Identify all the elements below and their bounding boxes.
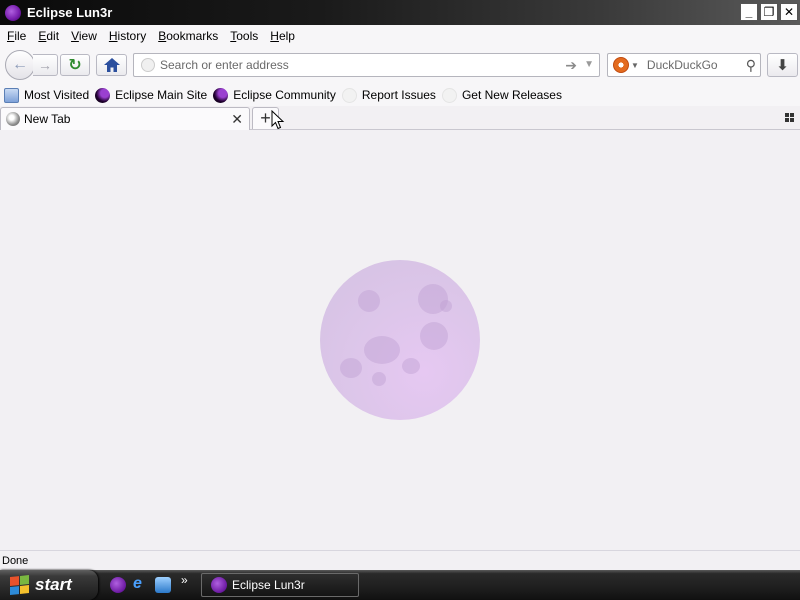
tab-new-tab[interactable]: New Tab ✕	[0, 107, 250, 130]
mouse-pointer-icon	[271, 110, 285, 130]
tab-close-icon[interactable]: ✕	[231, 111, 243, 128]
page-identity-icon[interactable]	[141, 58, 155, 72]
quicklaunch-browser-icon[interactable]	[155, 577, 171, 593]
globe-icon	[6, 112, 20, 126]
eclipse-icon	[213, 87, 229, 103]
go-arrow-icon[interactable]: ➔	[565, 57, 577, 74]
reload-button[interactable]: ↻	[60, 54, 90, 76]
menu-bookmarks[interactable]: Bookmarks	[158, 29, 218, 43]
moon-logo	[320, 260, 480, 420]
eclipse-icon	[95, 87, 111, 103]
most-visited-icon	[4, 87, 19, 103]
quicklaunch-ie-icon[interactable]: e	[133, 575, 149, 592]
window-controls: _ ❐ ✕	[740, 3, 798, 21]
menu-view[interactable]: View	[71, 29, 97, 43]
back-button[interactable]: ←	[5, 50, 35, 80]
plus-icon: +	[260, 108, 271, 128]
blank-page-icon	[441, 87, 457, 103]
forward-arrow-icon: →	[38, 57, 52, 73]
title-bar[interactable]: Eclipse Lun3r _ ❐ ✕	[0, 0, 800, 25]
minimize-button[interactable]: _	[740, 3, 758, 21]
restore-button[interactable]: ❐	[760, 3, 778, 21]
taskbar: start e » Eclipse Lun3r	[0, 570, 800, 600]
bookmark-label: Most Visited	[24, 88, 90, 102]
windows-flag-icon	[10, 575, 30, 596]
bookmark-eclipse-community[interactable]: Eclipse Community	[213, 87, 336, 103]
bookmarks-toolbar: Most Visited Eclipse Main Site Eclipse C…	[0, 84, 800, 106]
bookmark-report-issues[interactable]: Report Issues	[341, 87, 436, 103]
quicklaunch-more-icon[interactable]: »	[181, 573, 188, 587]
menu-tools[interactable]: Tools	[230, 29, 258, 43]
bookmark-label: Eclipse Main Site	[115, 88, 208, 102]
menu-history[interactable]: History	[109, 29, 146, 43]
tab-groups-icon[interactable]	[785, 113, 794, 122]
back-arrow-icon: ←	[12, 56, 28, 73]
close-button[interactable]: ✕	[780, 3, 798, 21]
status-bar: Done	[0, 550, 800, 570]
home-icon	[103, 58, 120, 72]
menu-bar: File Edit View History Bookmarks Tools H…	[0, 25, 800, 46]
start-button[interactable]: start	[0, 570, 98, 600]
menu-edit[interactable]: Edit	[38, 29, 59, 43]
status-text: Done	[2, 554, 29, 567]
menu-help[interactable]: Help	[270, 29, 295, 43]
address-bar[interactable]: ➔ ▼	[133, 53, 600, 77]
downloads-button[interactable]: ⬇	[767, 53, 798, 77]
tab-label: New Tab	[24, 112, 71, 126]
search-magnifier-icon[interactable]: ⚲	[746, 57, 756, 74]
bookmark-label: Eclipse Community	[233, 88, 336, 102]
new-tab-page	[0, 130, 800, 550]
eclipse-icon	[211, 577, 227, 593]
quicklaunch-eclipse-icon[interactable]	[110, 577, 126, 593]
engine-dropdown-icon[interactable]: ▼	[631, 61, 639, 70]
home-button[interactable]	[96, 54, 127, 76]
tab-strip: New Tab ✕ +	[0, 106, 800, 130]
taskbar-item-label: Eclipse Lun3r	[232, 578, 305, 592]
window-title: Eclipse Lun3r	[27, 5, 113, 20]
bookmark-most-visited[interactable]: Most Visited	[4, 87, 90, 103]
bookmark-eclipse-main-site[interactable]: Eclipse Main Site	[95, 87, 208, 103]
bookmark-label: Get New Releases	[461, 88, 562, 102]
address-input[interactable]	[160, 58, 550, 72]
blank-page-icon	[341, 87, 357, 103]
bookmark-get-new-releases[interactable]: Get New Releases	[441, 87, 562, 103]
eclipse-app-icon[interactable]	[5, 4, 21, 21]
navigation-toolbar: ← → ↻ ➔ ▼ ▼ ⚲ ⬇	[0, 46, 800, 84]
forward-button[interactable]: →	[33, 54, 58, 76]
download-arrow-icon: ⬇	[776, 57, 789, 74]
bookmark-label: Report Issues	[361, 88, 436, 102]
taskbar-item-eclipse[interactable]: Eclipse Lun3r	[201, 573, 359, 597]
duckduckgo-icon[interactable]	[613, 57, 629, 73]
search-input[interactable]	[646, 58, 742, 72]
menu-file[interactable]: File	[7, 29, 26, 43]
search-bar[interactable]: ▼ ⚲	[607, 53, 761, 77]
start-label: start	[35, 575, 72, 594]
history-dropdown-icon[interactable]: ▼	[584, 59, 594, 70]
reload-icon: ↻	[68, 57, 82, 74]
